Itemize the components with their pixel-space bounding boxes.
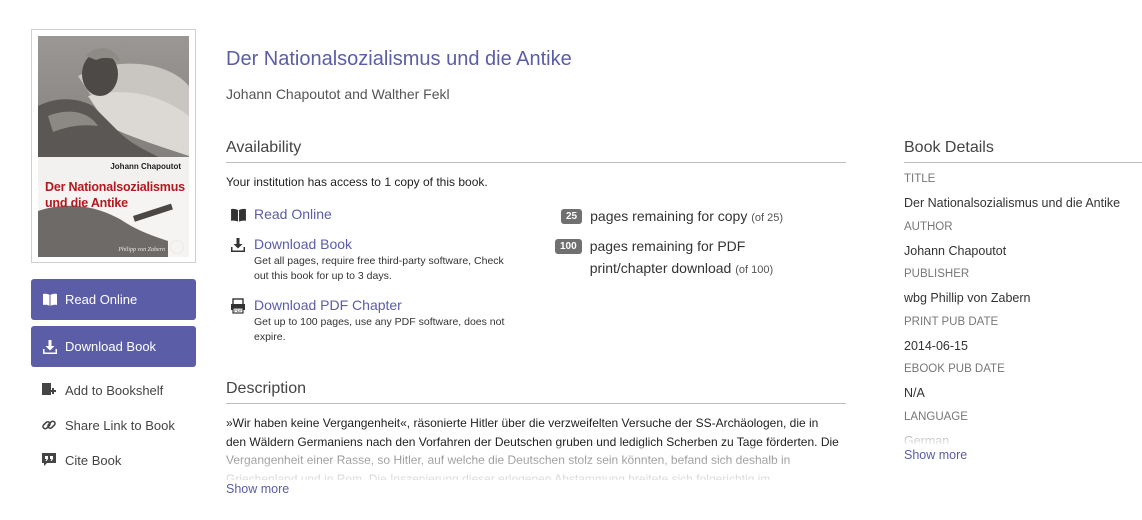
add-to-bookshelf-label: Add to Bookshelf — [65, 382, 164, 398]
bookshelf-add-icon — [40, 381, 58, 399]
link-icon — [40, 416, 58, 434]
book-cover-image: Johann Chapoutot Der Nationalsozialismus… — [38, 36, 189, 257]
detail-value-publisher: wbg Phillip von Zabern — [904, 291, 1031, 305]
detail-label-language: LANGUAGE — [904, 410, 968, 423]
read-online-option: Read Online — [229, 206, 332, 224]
read-online-button[interactable]: Read Online — [31, 279, 196, 320]
download-book-description: Get all pages, require free third-party … — [254, 255, 504, 282]
book-details-divider — [904, 162, 1142, 163]
add-to-bookshelf-link[interactable]: Add to Bookshelf — [40, 379, 163, 401]
copy-pages-badge: 25 — [561, 209, 583, 224]
download-book-button[interactable]: Download Book — [31, 326, 196, 367]
detail-label-ebook-pub-date: EBOOK PUB DATE — [904, 363, 1005, 375]
publisher-seal-icon — [170, 240, 184, 254]
read-online-label: Read Online — [65, 292, 138, 307]
quote-icon — [40, 451, 58, 469]
description-text: »Wir haben keine Vergangenheit«, räsonie… — [226, 416, 839, 480]
pdf-pages-badge: 100 — [555, 239, 582, 254]
access-text: Your institution has access to 1 copy of… — [226, 175, 488, 189]
share-link-to-book-link[interactable]: Share Link to Book — [40, 414, 175, 436]
book-details-show-more-link[interactable]: Show more — [904, 448, 967, 462]
download-book-option: Download Book Get all pages, require fre… — [229, 236, 514, 284]
description-show-more-link[interactable]: Show more — [226, 482, 289, 496]
pdf-quota-label: pages remaining for PDF print/chapter do… — [589, 238, 746, 276]
book-details-heading: Book Details — [904, 139, 994, 156]
download-pdf-chapter-link[interactable]: Download PDF Chapter — [254, 297, 514, 313]
download-icon — [229, 236, 247, 254]
detail-value-author: Johann Chapoutot — [904, 243, 1007, 258]
book-open-icon — [229, 206, 247, 224]
download-icon — [41, 338, 59, 356]
read-online-link[interactable]: Read Online — [254, 206, 332, 222]
cover-author-text: Johann Chapoutot — [110, 162, 181, 171]
copy-quota-text: pages remaining for copy (of 25) — [590, 205, 783, 229]
cite-book-label: Cite Book — [65, 452, 122, 468]
cite-book-link[interactable]: Cite Book — [40, 449, 121, 471]
copy-quota-note: (of 25) — [751, 212, 784, 224]
download-book-label: Download Book — [65, 339, 157, 354]
description-divider — [226, 403, 846, 404]
book-authors: Johann Chapoutot and Walther Fekl — [226, 86, 450, 102]
availability-divider — [226, 162, 846, 163]
download-pdf-chapter-option: PDF Download PDF Chapter Get up to 100 p… — [229, 297, 514, 345]
pdf-icon: PDF — [229, 297, 247, 315]
download-pdf-chapter-description: Get up to 100 pages, use any PDF softwar… — [254, 316, 505, 343]
description-heading: Description — [226, 380, 307, 397]
detail-value-language: German — [904, 433, 950, 445]
pdf-quota: 100 pages remaining for PDF print/chapte… — [555, 238, 790, 281]
svg-text:PDF: PDF — [234, 308, 243, 313]
cover-illustration — [38, 36, 189, 257]
detail-label-title: TITLE — [904, 173, 936, 185]
copy-quota-label: pages remaining for copy — [590, 208, 748, 224]
copy-quota: 25 pages remaining for copy (of 25) — [561, 208, 783, 229]
pdf-quota-note: (of 100) — [735, 264, 774, 276]
cover-title-text: Der Nationalsozialismus und die Antike — [45, 180, 185, 210]
availability-heading: Availability — [226, 139, 302, 156]
book-cover-frame[interactable]: Johann Chapoutot Der Nationalsozialismus… — [31, 29, 196, 263]
book-details-list: TITLE Der Nationalsozialismus und die An… — [904, 170, 1142, 444]
cover-publisher-text: Philipp von Zabern — [118, 247, 165, 253]
book-open-icon — [41, 291, 59, 309]
detail-label-author: AUTHOR — [904, 220, 953, 233]
detail-value-print-pub-date: 2014-06-15 — [904, 338, 968, 353]
pdf-quota-text: pages remaining for PDF print/chapter do… — [590, 235, 790, 281]
book-title: Der Nationalsozialismus und die Antike — [226, 48, 572, 70]
download-book-link[interactable]: Download Book — [254, 236, 514, 252]
detail-value-title: Der Nationalsozialismus und die Antike — [904, 196, 1121, 210]
detail-label-publisher: PUBLISHER — [904, 268, 970, 280]
detail-value-ebook-pub-date: N/A — [904, 386, 925, 400]
detail-label-print-pub-date: PRINT PUB DATE — [904, 315, 999, 328]
share-link-label: Share Link to Book — [65, 417, 175, 433]
